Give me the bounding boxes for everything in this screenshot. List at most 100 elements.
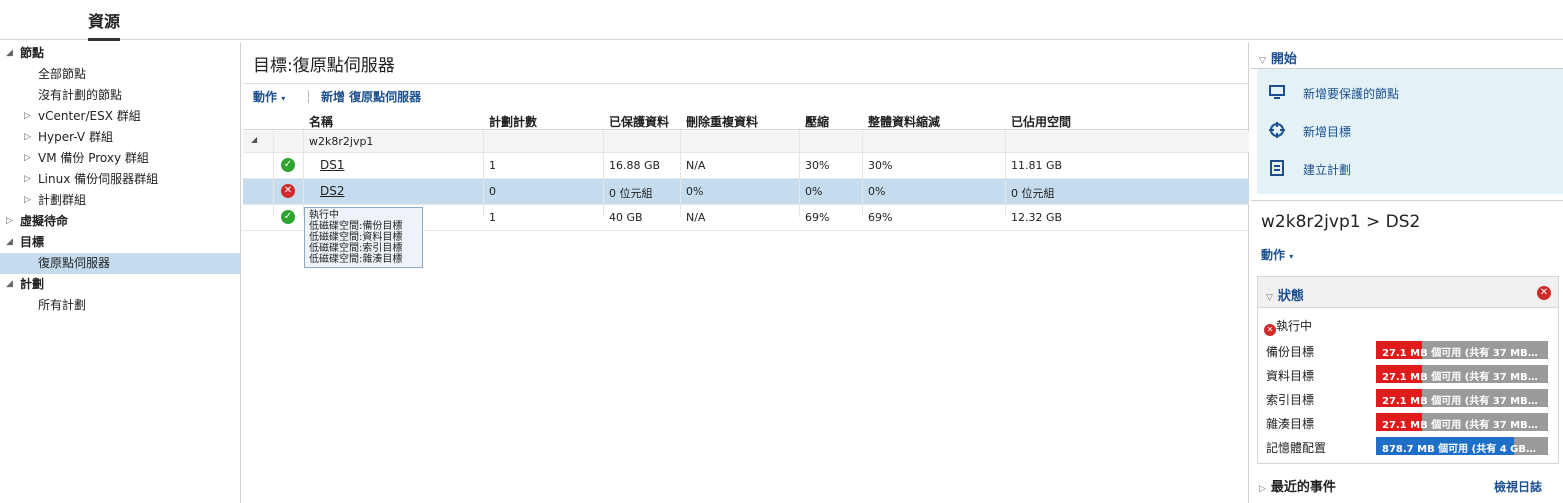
check-icon: ✓ [281,158,295,172]
cell-plan-count: 1 [489,211,496,224]
tab-resources[interactable]: 資源 [88,8,121,41]
tree-item[interactable]: ▷ vCenter/ESX 群組 [0,106,240,127]
top-tab-bar: 資源 [0,0,1563,41]
col-name[interactable]: 名稱 [309,113,333,130]
capacity-bar: 27.1 MB 個可用 (共有 37 MB… [1376,389,1548,407]
expanded-arrow-icon[interactable]: ◢ [6,274,13,295]
tree-item[interactable]: ▷ VM 備份 Proxy 群組 [0,148,240,169]
divider [1251,200,1563,201]
collapse-icon[interactable]: ◢ [251,135,257,144]
quick-link-label: 建立計劃 [1303,163,1352,177]
tree-item[interactable]: 所有計劃 [0,295,240,316]
details-action-menu-button[interactable]: 動作 ▾ [1261,246,1293,263]
capacity-bar: 878.7 MB 個可用 (共有 4 GB… [1376,437,1548,455]
collapsed-arrow-icon[interactable]: ▷ [6,211,13,232]
cell-dedupe: N/A [686,159,706,172]
destination-pane: 目標:復原點伺服器 動作 ▾ 新增 復原點伺服器 名稱 計劃計數 已保護資料 刪… [243,43,1249,503]
tree-item-label: 所有計劃 [38,298,87,312]
server-name: w2k8r2jvp1 [309,135,374,148]
tree-item-label: Linux 備份伺服器群組 [38,172,159,186]
quick-link[interactable]: 建立計劃 [1257,156,1563,182]
cell-compression: 0% [805,185,823,198]
col-protected[interactable]: 已保護資料 [609,113,669,130]
capacity-row: 雜湊目標 27.1 MB 個可用 (共有 37 MB… [1266,412,1556,432]
status-header[interactable]: ▽ 狀態 ✕ [1258,277,1558,308]
collapsed-arrow-icon[interactable]: ▷ [24,190,31,211]
start-section-header[interactable]: ▽ 開始 [1259,48,1297,67]
grid-header: 名稱 計劃計數 已保護資料 刪除重複資料 壓縮 整體資料縮減 已佔用空間 [243,110,1249,130]
grid-divider [680,130,681,217]
check-icon: ✓ [281,210,295,224]
cell-dedupe: N/A [686,211,706,224]
cell-used: 12.32 GB [1011,211,1063,224]
capacity-row: 記憶體配置 878.7 MB 個可用 (共有 4 GB… [1266,436,1556,456]
tree-item-label: 全部節點 [38,67,87,81]
tree-item-label: Hyper-V 群組 [38,130,113,144]
col-compression[interactable]: 壓縮 [805,113,829,130]
cell-dedupe: 0% [686,185,704,198]
cell-plan-count: 1 [489,159,496,172]
cell-compression: 30% [805,159,830,172]
tree-item[interactable]: ▷ 計劃群組 [0,190,240,211]
collapsed-arrow-icon[interactable]: ▷ [24,127,31,148]
tree-item[interactable]: ◢ 節點 [0,43,240,64]
cell-protected: 16.88 GB [609,159,661,172]
add-rps-button[interactable]: 新增 復原點伺服器 [321,88,421,105]
cell-overall: 30% [868,159,893,172]
tree-item-label: VM 備份 Proxy 群組 [38,151,149,165]
tree-item[interactable]: ▷ Hyper-V 群組 [0,127,240,148]
error-icon: ✕ [1264,324,1276,336]
collapse-triangle-icon: ▽ [1266,293,1273,303]
capacity-text: 878.7 MB 個可用 (共有 4 GB… [1382,444,1536,455]
status-panel: ▽ 狀態 ✕ ✕ 執行中 備份目標 27.1 MB 個可用 (共有 37 MB… 資料目… [1257,276,1559,464]
quick-links-panel: 新增要保護的節點 新增目標建立計劃 [1257,69,1563,194]
error-icon: ✕ [281,184,295,198]
tree-item[interactable]: ▷ Linux 備份伺服器群組 [0,169,240,190]
tree-item[interactable]: 沒有計劃的節點 [0,85,240,106]
capacity-row: 資料目標 27.1 MB 個可用 (共有 37 MB… [1266,364,1556,384]
action-menu-button[interactable]: 動作 ▾ [253,88,285,105]
view-log-link[interactable]: 檢視日誌 [1494,478,1542,495]
quick-link-label: 新增目標 [1303,125,1352,139]
expand-triangle-icon: ▽ [1259,56,1266,66]
target-icon [1269,122,1285,138]
collapsed-arrow-icon[interactable]: ▷ [24,169,31,190]
table-row[interactable]: ✕ DS2 0 0 位元組 0% 0% 0% 0 位元組 [243,179,1249,205]
grid-divider [799,130,800,217]
tree-item[interactable]: ◢ 計劃 [0,274,240,295]
expanded-arrow-icon[interactable]: ◢ [6,43,13,64]
recent-events-header[interactable]: ▷ 最近的事件 [1259,476,1336,495]
expanded-arrow-icon[interactable]: ◢ [6,232,13,253]
datastore-link[interactable]: DS1 [320,158,345,172]
tooltip-line: 低磁碟空間:資料目標 [309,232,403,243]
table-row[interactable]: ✓ DS1 1 16.88 GB N/A 30% 30% 11.81 GB [243,153,1249,179]
col-used-space[interactable]: 已佔用空間 [1011,113,1071,130]
capacity-label: 雜湊目標 [1266,417,1315,431]
capacity-text: 27.1 MB 個可用 (共有 37 MB… [1382,396,1538,407]
cell-protected: 0 位元組 [609,187,653,200]
tree-item[interactable]: ▷ 虛擬待命 [0,211,240,232]
quick-link-label: 新增要保護的節點 [1303,87,1400,101]
server-group-row[interactable]: ◢ w2k8r2jvp1 [243,131,1249,153]
capacity-row: 備份目標 27.1 MB 個可用 (共有 37 MB… [1266,340,1556,360]
collapsed-arrow-icon[interactable]: ▷ [24,106,31,127]
chevron-down-icon: ▾ [1289,252,1294,261]
capacity-text: 27.1 MB 個可用 (共有 37 MB… [1382,420,1538,431]
tree-item-label: 目標 [20,235,45,249]
col-overall-reduction[interactable]: 整體資料縮減 [868,113,940,130]
tree-item[interactable]: 全部節點 [0,64,240,85]
state-line: ✕ 執行中 [1264,317,1312,336]
cell-overall: 69% [868,211,893,224]
col-dedupe[interactable]: 刪除重複資料 [686,113,758,130]
col-plan-count[interactable]: 計劃計數 [489,113,537,130]
datastore-link[interactable]: DS2 [320,184,345,198]
cell-compression: 69% [805,211,830,224]
toolbar: 動作 ▾ 新增 復原點伺服器 [243,83,1249,107]
tree-item[interactable]: ◢ 目標 [0,232,240,253]
quick-link[interactable]: 新增目標 [1257,118,1563,144]
tree-item[interactable]: 復原點伺服器 [0,253,240,274]
expand-triangle-icon: ▷ [1259,484,1266,494]
quick-link[interactable]: 新增要保護的節點 [1257,80,1563,106]
status-tooltip: 執行中 低磁碟空間:備份目標 低磁碟空間:資料目標 低磁碟空間:索引目標 低磁碟空間:雜… [304,207,423,268]
collapsed-arrow-icon[interactable]: ▷ [24,148,31,169]
